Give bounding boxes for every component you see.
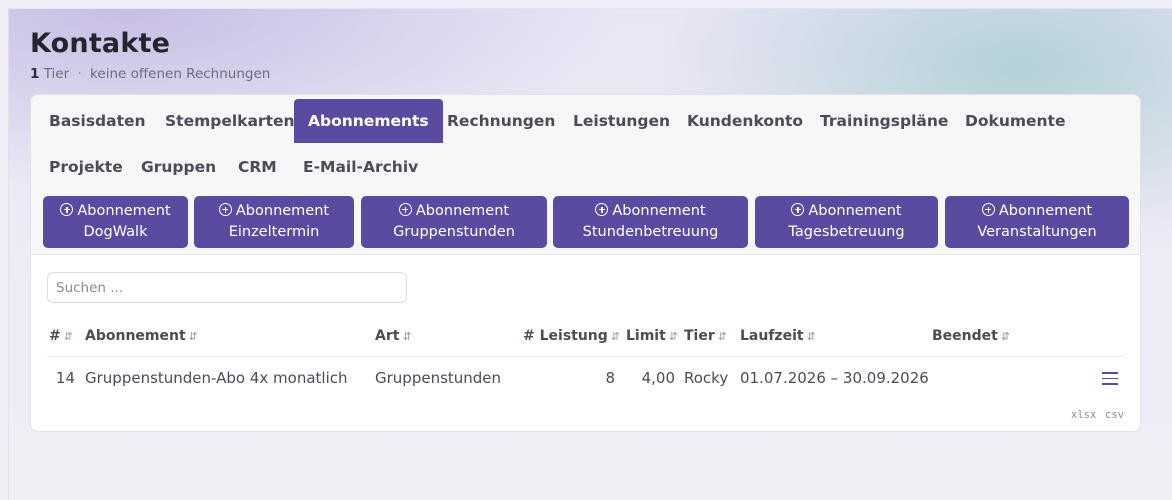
tab-rechnungen[interactable]: Rechnungen xyxy=(433,99,569,143)
button-label: Abonnement xyxy=(77,203,171,219)
button-label-type: Veranstaltungen xyxy=(977,224,1097,240)
tier-count: 1 xyxy=(30,66,40,82)
page-subtitle: 1 Tier · keine offenen Rechnungen xyxy=(30,66,270,82)
sort-icon[interactable]: ⇵ xyxy=(64,330,73,343)
cell-abonnement: Gruppenstunden-Abo 4x monatlich xyxy=(85,369,348,387)
tab-dokumente[interactable]: Dokumente xyxy=(951,99,1079,143)
tab-email-archiv[interactable]: E-Mail-Archiv xyxy=(289,145,432,189)
tab-stempelkarten[interactable]: Stempelkarten xyxy=(151,99,309,143)
button-label: Abonnement xyxy=(612,203,706,219)
table-header-divider xyxy=(47,356,1125,357)
add-abonnement-veranstaltungen-button[interactable]: Abonnement Veranstaltungen xyxy=(945,196,1129,248)
cell-tier: Rocky xyxy=(684,369,729,387)
contact-card: Basisdaten Stempelkarten Abonnements Rec… xyxy=(30,94,1141,432)
add-abonnement-einzeltermin-button[interactable]: Abonnement Einzeltermin xyxy=(194,196,354,248)
cell-art: Gruppenstunden xyxy=(375,369,502,387)
plus-circle-icon xyxy=(398,203,412,216)
tab-basisdaten[interactable]: Basisdaten xyxy=(35,99,160,143)
button-label: Abonnement xyxy=(808,203,902,219)
export-csv-link[interactable]: csv xyxy=(1105,409,1124,421)
tab-area: Basisdaten Stempelkarten Abonnements Rec… xyxy=(31,95,1140,255)
add-abonnement-gruppenstunden-button[interactable]: Abonnement Gruppenstunden xyxy=(361,196,547,248)
button-label-type: Einzeltermin xyxy=(228,224,320,240)
cell-id: 14 xyxy=(55,369,75,387)
button-label: Abonnement xyxy=(415,203,510,219)
sort-icon[interactable]: ⇵ xyxy=(611,330,620,343)
export-xlsx-link[interactable]: xlsx xyxy=(1071,409,1096,421)
add-abonnement-stundenbetreuung-button[interactable]: Abonnement Stundenbetreuung xyxy=(553,196,748,248)
sort-icon[interactable]: ⇵ xyxy=(718,330,727,343)
plus-circle-icon xyxy=(60,203,74,216)
tab-crm[interactable]: CRM xyxy=(224,145,291,189)
tab-leistungen[interactable]: Leistungen xyxy=(559,99,684,143)
column-header-art[interactable]: Art ⇵ xyxy=(375,328,412,344)
button-label-type: Tagesbetreuung xyxy=(788,224,905,240)
sort-icon[interactable]: ⇵ xyxy=(402,330,411,343)
cell-limit: 4,00 xyxy=(641,369,675,387)
column-header-laufzeit[interactable]: Laufzeit ⇵ xyxy=(740,328,816,344)
add-abonnement-tagesbetreuung-button[interactable]: Abonnement Tagesbetreuung xyxy=(755,196,938,248)
tier-label: Tier xyxy=(43,66,70,82)
tab-kundenkonto[interactable]: Kundenkonto xyxy=(673,99,817,143)
column-header-limit[interactable]: Limit ⇵ xyxy=(626,328,678,344)
row-menu-icon[interactable] xyxy=(1102,372,1118,385)
column-header-number[interactable]: # ⇵ xyxy=(49,328,73,344)
button-label-type: DogWalk xyxy=(83,224,148,240)
tab-projekte[interactable]: Projekte xyxy=(35,145,137,189)
invoice-status: keine offenen Rechnungen xyxy=(90,66,271,82)
sort-icon[interactable]: ⇵ xyxy=(189,330,198,343)
tab-abonnements[interactable]: Abonnements xyxy=(294,99,443,143)
plus-circle-icon xyxy=(981,203,995,216)
sort-icon[interactable]: ⇵ xyxy=(669,330,678,343)
button-label: Abonnement xyxy=(235,203,330,219)
subtitle-separator: · xyxy=(77,66,82,82)
cell-leistung: 8 xyxy=(605,369,615,387)
sort-icon[interactable]: ⇵ xyxy=(807,330,816,343)
plus-circle-icon xyxy=(218,203,232,216)
tab-gruppen[interactable]: Gruppen xyxy=(127,145,230,189)
cell-laufzeit: 01.07.2026 – 30.09.2026 xyxy=(740,369,929,387)
plus-circle-icon xyxy=(791,203,805,216)
tab-trainingsplaene[interactable]: Trainingspläne xyxy=(806,99,962,143)
search-input[interactable] xyxy=(47,272,407,303)
button-label-type: Stundenbetreuung xyxy=(582,224,719,240)
sort-icon[interactable]: ⇵ xyxy=(1001,330,1010,343)
plus-circle-icon xyxy=(595,203,609,216)
column-header-tier[interactable]: Tier ⇵ xyxy=(684,328,727,344)
add-abonnement-dogwalk-button[interactable]: Abonnement DogWalk xyxy=(43,196,188,248)
column-header-abonnement[interactable]: Abonnement ⇵ xyxy=(85,328,198,344)
button-label: Abonnement xyxy=(998,203,1093,219)
column-header-beendet[interactable]: Beendet ⇵ xyxy=(932,328,1010,344)
column-header-leistung[interactable]: # Leistung ⇵ xyxy=(523,328,620,344)
button-label-type: Gruppenstunden xyxy=(393,224,515,240)
page-title: Kontakte xyxy=(30,28,171,59)
